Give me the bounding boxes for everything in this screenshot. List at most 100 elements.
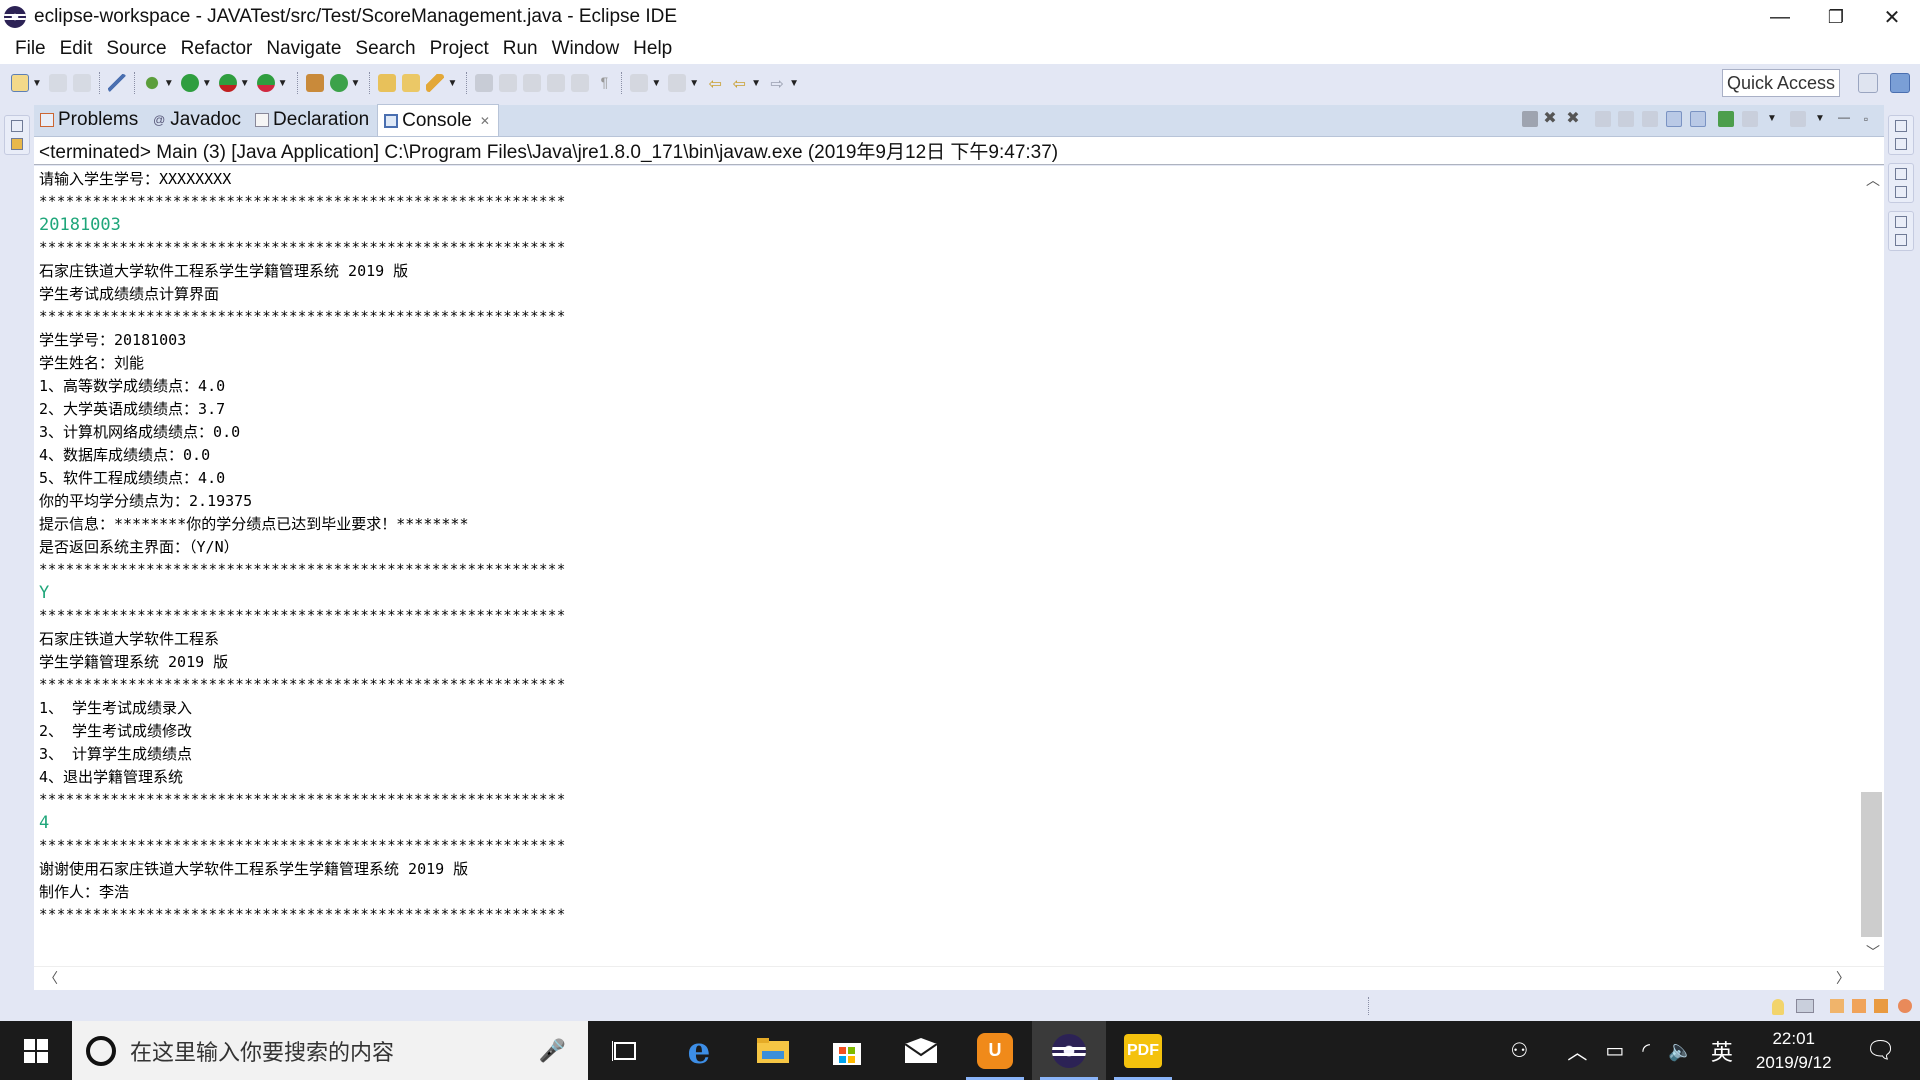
terminate-icon[interactable] [1522, 111, 1538, 127]
external-tools-icon[interactable] [256, 74, 275, 92]
pilcrow-icon[interactable]: ¶ [595, 74, 613, 92]
open-type-icon[interactable] [378, 74, 397, 92]
menu-navigate[interactable]: Navigate [259, 38, 348, 60]
show-console-on-stderr-icon[interactable] [1690, 111, 1706, 127]
debug-icon[interactable] [142, 74, 161, 92]
prev-annotation-icon[interactable] [668, 74, 687, 92]
file-explorer-app[interactable] [736, 1021, 810, 1080]
new-dropdown-icon[interactable]: ▼ [32, 78, 42, 89]
restore-button[interactable]: ❐ [1808, 0, 1864, 34]
minimize-view-icon[interactable]: — [1836, 111, 1852, 127]
remove-all-terminated-icon[interactable]: ✖ [1565, 111, 1581, 127]
restore-view-icon[interactable] [1895, 216, 1907, 228]
battery-icon[interactable]: ▭ [1605, 1038, 1624, 1063]
menu-window[interactable]: Window [545, 38, 627, 60]
scroll-down-icon[interactable]: ﹀ [1866, 942, 1880, 962]
new-class-dropdown-icon[interactable]: ▼ [351, 78, 361, 89]
store-app[interactable] [810, 1021, 884, 1080]
clock[interactable]: 22:01 2019/9/12 [1756, 1027, 1832, 1075]
outline-icon[interactable] [1895, 186, 1907, 198]
scroll-lock-icon[interactable] [1595, 111, 1611, 127]
tray-icon-4[interactable] [1898, 999, 1912, 1013]
pdf-reader-app[interactable]: PDF [1106, 1021, 1180, 1080]
toggle-breadcrumb-icon[interactable] [571, 74, 590, 92]
vertical-scroll-thumb[interactable] [1861, 792, 1882, 937]
new-icon[interactable] [11, 74, 29, 92]
skip-breakpoints-icon[interactable] [107, 74, 126, 92]
menu-file[interactable]: File [8, 38, 53, 60]
run-dropdown-icon[interactable]: ▼ [202, 78, 212, 89]
progress-view-icon[interactable] [1796, 999, 1814, 1013]
menu-project[interactable]: Project [423, 38, 496, 60]
save-icon[interactable] [48, 74, 67, 92]
task-view-button[interactable] [588, 1021, 662, 1080]
save-all-icon[interactable] [72, 74, 91, 92]
minimize-button[interactable]: — [1752, 0, 1808, 34]
next-annotation-dropdown-icon[interactable]: ▼ [651, 78, 661, 89]
edge-app[interactable]: e [662, 1021, 736, 1080]
console-dropdown-icon[interactable]: ▼ [1764, 111, 1780, 127]
clear-console-icon[interactable] [1642, 111, 1658, 127]
new-java-package-icon[interactable] [305, 74, 324, 92]
scroll-right-icon[interactable]: 〉 [1836, 968, 1850, 988]
close-tab-icon[interactable]: ✕ [480, 114, 490, 128]
taskbar-search-box[interactable]: 在这里输入你要搜索的内容 🎤 [72, 1021, 588, 1080]
quick-access-input[interactable]: Quick Access [1722, 69, 1840, 97]
mail-app[interactable] [884, 1021, 958, 1080]
last-edit-location-icon[interactable]: ⇦ [706, 74, 724, 93]
open-console-dropdown-icon[interactable]: ▼ [1812, 111, 1828, 127]
horizontal-scrollbar[interactable] [34, 966, 1884, 990]
ime-indicator[interactable]: 英 [1711, 1035, 1733, 1067]
task-list-icon[interactable] [1895, 138, 1907, 150]
external-tools-dropdown-icon[interactable]: ▼ [278, 78, 288, 89]
coverage-dropdown-icon[interactable]: ▼ [240, 78, 250, 89]
tray-icon-1[interactable] [1830, 999, 1844, 1013]
tray-icon-2[interactable] [1852, 999, 1866, 1013]
toggle-mark-occurrences-icon[interactable] [475, 74, 494, 92]
scroll-left-icon[interactable]: 〈 [44, 968, 58, 988]
toggle-block-select-icon[interactable] [499, 74, 518, 92]
menu-source[interactable]: Source [99, 38, 173, 60]
pin-console-icon[interactable] [1718, 111, 1734, 127]
coverage-icon[interactable] [218, 74, 237, 92]
tab-declaration[interactable]: Declaration [249, 104, 377, 136]
open-console-icon[interactable] [1790, 111, 1806, 127]
tab-javadoc[interactable]: @ Javadoc [146, 104, 249, 136]
show-whitespace-icon[interactable] [547, 74, 566, 92]
display-selected-console-icon[interactable] [1742, 111, 1758, 127]
next-annotation-icon[interactable] [630, 74, 649, 92]
toggle-word-wrap-icon[interactable] [523, 74, 542, 92]
close-button[interactable]: ✕ [1864, 0, 1920, 34]
tray-icon-3[interactable] [1874, 999, 1888, 1013]
run-icon[interactable] [180, 74, 199, 92]
java-perspective-icon[interactable] [1890, 73, 1910, 93]
scroll-up-icon[interactable]: ︿ [1866, 170, 1880, 190]
search-dropdown-icon[interactable]: ▼ [447, 78, 457, 89]
debug-dropdown-icon[interactable]: ▼ [164, 78, 174, 89]
forward-dropdown-icon[interactable]: ▼ [789, 78, 799, 89]
menu-refactor[interactable]: Refactor [174, 38, 260, 60]
show-console-on-stdout-icon[interactable] [1666, 111, 1682, 127]
show-hidden-icons-icon[interactable]: ︿ [1567, 1036, 1587, 1065]
minimized-view-icon[interactable] [1895, 234, 1907, 246]
tab-console[interactable]: Console ✕ [377, 104, 499, 136]
volume-icon[interactable]: 🔈 [1668, 1038, 1693, 1063]
menu-run[interactable]: Run [496, 38, 545, 60]
eclipse-app[interactable] [1032, 1021, 1106, 1080]
restore-view-icon[interactable] [11, 120, 23, 132]
remove-launch-icon[interactable]: ✖ [1542, 111, 1558, 127]
menu-help[interactable]: Help [626, 38, 679, 60]
uc-browser-app[interactable]: U [958, 1021, 1032, 1080]
back-dropdown-icon[interactable]: ▼ [751, 78, 761, 89]
word-wrap-icon[interactable] [1618, 111, 1634, 127]
people-icon[interactable]: ⚇ [1510, 1038, 1528, 1063]
microphone-icon[interactable]: 🎤 [539, 1038, 566, 1064]
back-icon[interactable]: ⇦ [730, 74, 748, 93]
maximize-view-icon[interactable]: ▫ [1858, 111, 1874, 127]
open-task-icon[interactable] [402, 74, 421, 92]
prev-annotation-dropdown-icon[interactable]: ▼ [689, 78, 699, 89]
menu-edit[interactable]: Edit [53, 38, 100, 60]
open-perspective-icon[interactable] [1858, 73, 1878, 93]
action-center-icon[interactable]: 🗨 [1866, 1036, 1896, 1065]
restore-view-icon[interactable] [1895, 168, 1907, 180]
